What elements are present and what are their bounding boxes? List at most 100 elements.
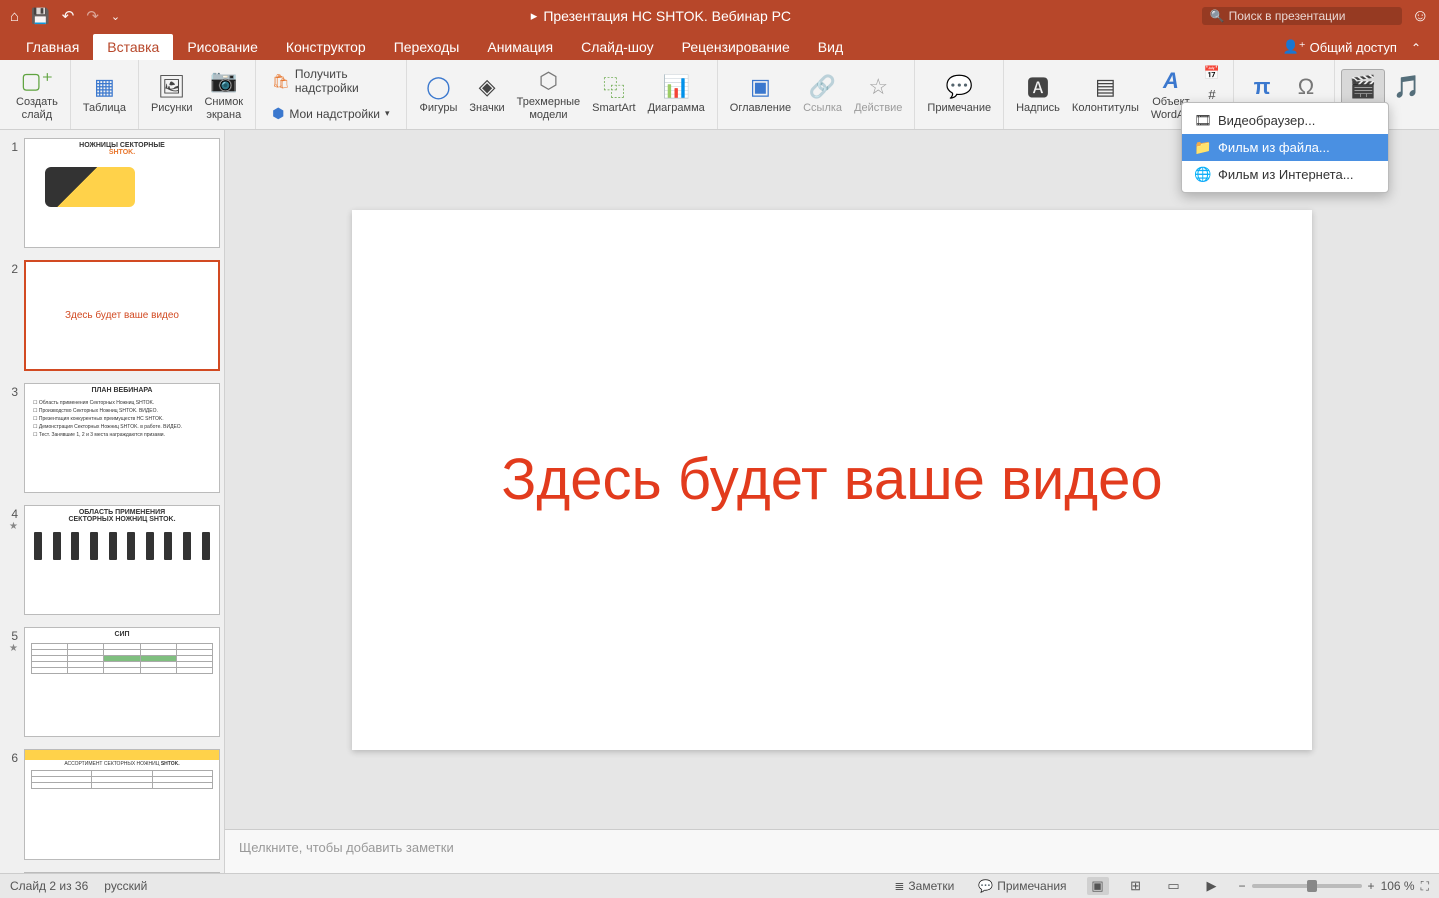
comment-icon: 💬 xyxy=(946,74,973,100)
screenshot-button[interactable]: 📷 Снимок экрана xyxy=(198,64,249,124)
slide-thumb-7[interactable]: Арт. 05003 НС-32 xyxy=(24,872,220,874)
search-input[interactable] xyxy=(1229,9,1394,23)
normal-view-icon[interactable]: ▣ xyxy=(1087,877,1109,895)
yellow-band xyxy=(25,750,219,760)
feedback-icon[interactable]: ☺ xyxy=(1412,6,1429,26)
chart-icon: 📊 xyxy=(662,74,689,100)
zoom-level[interactable]: 106 % xyxy=(1381,879,1415,893)
thumb1-title: НОЖНИЦЫ СЕКТОРНЫЕ xyxy=(79,142,165,149)
slide-main-text[interactable]: Здесь будет ваше видео xyxy=(501,446,1162,513)
icons-label: Значки xyxy=(469,102,504,114)
slide-number: 7 xyxy=(4,872,18,874)
notes-icon: ≣ xyxy=(894,879,904,893)
slide-row-5[interactable]: 5★ СИП xyxy=(4,627,220,737)
title-bar: ⌂ 💾 ↶ ↷ ⌄ ▸ Презентация НС SHTOK. Вебина… xyxy=(0,0,1439,32)
icons-button[interactable]: ◈ Значки xyxy=(463,70,510,118)
ribbon-tabs: Главная Вставка Рисование Конструктор Пе… xyxy=(0,32,1439,60)
slideshow-view-icon[interactable]: ▶ xyxy=(1201,877,1223,895)
notes-toggle[interactable]: ≣Заметки xyxy=(890,877,958,895)
fit-icon[interactable]: ⛶ xyxy=(1421,879,1429,894)
tab-home[interactable]: Главная xyxy=(12,34,93,60)
zoom-in-icon[interactable]: + xyxy=(1368,879,1375,893)
folder-icon: 📁 xyxy=(1194,139,1210,156)
slide-thumb-1[interactable]: НОЖНИЦЫ СЕКТОРНЫЕSHTOK. xyxy=(24,138,220,248)
slide-row-1[interactable]: 1 НОЖНИЦЫ СЕКТОРНЫЕSHTOK. xyxy=(4,138,220,248)
slide-row-6[interactable]: 6 АССОРТИМЕНТ СЕКТОРНЫХ НОЖНИЦ SHTOK. xyxy=(4,749,220,859)
video-browser-label: Видеобраузер... xyxy=(1218,113,1315,128)
smartart-button[interactable]: ⿻ SmartArt xyxy=(586,70,641,118)
video-from-web-item[interactable]: 🌐 Фильм из Интернета... xyxy=(1182,161,1388,188)
audio-button[interactable]: 🎵 xyxy=(1385,70,1429,118)
action-button: ☆ Действие xyxy=(848,70,908,118)
undo-icon[interactable]: ↶ xyxy=(62,7,75,25)
save-icon[interactable]: 💾 xyxy=(31,7,50,25)
search-icon: 🔍 xyxy=(1210,9,1225,23)
video-from-file-item[interactable]: 📁 Фильм из файла... xyxy=(1182,134,1388,161)
slide-thumb-3[interactable]: ПЛАН ВЕБИНАРА ☐ Область применения Секто… xyxy=(24,383,220,493)
table-button[interactable]: ▦ Таблица xyxy=(77,70,132,118)
slide-row-2[interactable]: 2 Здесь будет ваше видео xyxy=(4,260,220,370)
zoom-icon: ▣ xyxy=(750,74,771,100)
pictures-icon: 🖼 xyxy=(158,74,186,100)
new-slide-button[interactable]: ▢⁺ Создать слайд xyxy=(10,64,64,124)
slide-panel[interactable]: 1 НОЖНИЦЫ СЕКТОРНЫЕSHTOK. 2 Здесь будет … xyxy=(0,130,225,873)
toc-button[interactable]: ▣ Оглавление xyxy=(724,70,797,118)
textbox-button[interactable]: 🅰 Надпись xyxy=(1010,70,1066,118)
canvas-scroll[interactable]: Здесь будет ваше видео xyxy=(225,130,1439,829)
thumb3-title: ПЛАН ВЕБИНАРА xyxy=(25,384,219,397)
tab-review[interactable]: Рецензирование xyxy=(668,34,804,60)
sorter-view-icon[interactable]: ⊞ xyxy=(1125,877,1147,895)
tab-transitions[interactable]: Переходы xyxy=(380,34,474,60)
date-icon[interactable]: 📅 xyxy=(1201,63,1223,83)
slide-position[interactable]: Слайд 2 из 36 xyxy=(10,879,88,893)
slide-row-3[interactable]: 3 ПЛАН ВЕБИНАРА ☐ Область применения Сек… xyxy=(4,383,220,493)
thumb2-text: Здесь будет ваше видео xyxy=(26,262,218,368)
tab-view[interactable]: Вид xyxy=(804,34,857,60)
shapes-button[interactable]: ◯ Фигуры xyxy=(413,70,463,118)
slide-thumb-5[interactable]: СИП xyxy=(24,627,220,737)
slide-canvas[interactable]: Здесь будет ваше видео xyxy=(352,210,1312,750)
share-icon: 👤⁺ xyxy=(1283,39,1306,55)
notes-pane[interactable]: Щелкните, чтобы добавить заметки xyxy=(225,829,1439,873)
language-status[interactable]: русский xyxy=(104,879,147,893)
globe-icon: 🌐 xyxy=(1194,166,1210,183)
table-label: Таблица xyxy=(83,102,126,114)
chevron-down-icon: ▾ xyxy=(385,108,390,119)
home-icon[interactable]: ⌂ xyxy=(10,8,19,25)
search-box[interactable]: 🔍 xyxy=(1202,7,1402,25)
tab-animations[interactable]: Анимация xyxy=(473,34,567,60)
3dmodels-button[interactable]: ⬡ Трехмерные модели xyxy=(511,64,587,124)
textbox-label: Надпись xyxy=(1016,102,1060,114)
canvas-area: Здесь будет ваше видео Щелкните, чтобы д… xyxy=(225,130,1439,873)
chart-button[interactable]: 📊 Диаграмма xyxy=(642,70,711,118)
zoom-knob[interactable] xyxy=(1307,880,1317,892)
tab-insert[interactable]: Вставка xyxy=(93,34,173,60)
new-slide-icon: ▢⁺ xyxy=(21,68,53,94)
slide-row-7[interactable]: 7★ Арт. 05003 НС-32 xyxy=(4,872,220,874)
qat-customize-icon[interactable]: ⌄ xyxy=(111,10,120,23)
tab-draw[interactable]: Рисование xyxy=(173,34,272,60)
zoom-slider[interactable] xyxy=(1252,884,1362,888)
video-browser-item[interactable]: 🎞 Видеобраузер... xyxy=(1182,107,1388,134)
video-from-file-label: Фильм из файла... xyxy=(1218,140,1330,155)
my-addins-button[interactable]: ⬢ Мои надстройки ▾ xyxy=(266,102,396,125)
tab-design[interactable]: Конструктор xyxy=(272,34,380,60)
slide-thumb-4[interactable]: ОБЛАСТЬ ПРИМЕНЕНИЯ СЕКТОРНЫХ НОЖНИЦ SHTO… xyxy=(24,505,220,615)
zoom-out-icon[interactable]: − xyxy=(1239,879,1246,893)
reading-view-icon[interactable]: ▭ xyxy=(1163,877,1185,895)
comment-button[interactable]: 💬 Примечание xyxy=(921,70,997,118)
get-addins-label: Получить надстройки xyxy=(295,67,391,95)
slide-thumb-6[interactable]: АССОРТИМЕНТ СЕКТОРНЫХ НОЖНИЦ SHTOK. xyxy=(24,749,220,859)
headerfooter-label: Колонтитулы xyxy=(1072,102,1139,114)
slide-row-4[interactable]: 4★ ОБЛАСТЬ ПРИМЕНЕНИЯ СЕКТОРНЫХ НОЖНИЦ S… xyxy=(4,505,220,615)
comments-toggle[interactable]: 💬Примечания xyxy=(974,877,1070,895)
pictures-button[interactable]: 🖼 Рисунки xyxy=(145,70,199,118)
share-button[interactable]: 👤⁺ Общий доступ xyxy=(1275,34,1405,60)
slide-thumb-2[interactable]: Здесь будет ваше видео xyxy=(24,260,220,370)
get-addins-button[interactable]: 🛍 Получить надстройки xyxy=(266,64,396,98)
tab-slideshow[interactable]: Слайд-шоу xyxy=(567,34,668,60)
headerfooter-button[interactable]: ▤ Колонтитулы xyxy=(1066,70,1145,118)
redo-icon[interactable]: ↷ xyxy=(86,7,99,25)
link-button: 🔗 Ссылка xyxy=(797,70,848,118)
collapse-ribbon-icon[interactable]: ⌃ xyxy=(1405,36,1427,60)
